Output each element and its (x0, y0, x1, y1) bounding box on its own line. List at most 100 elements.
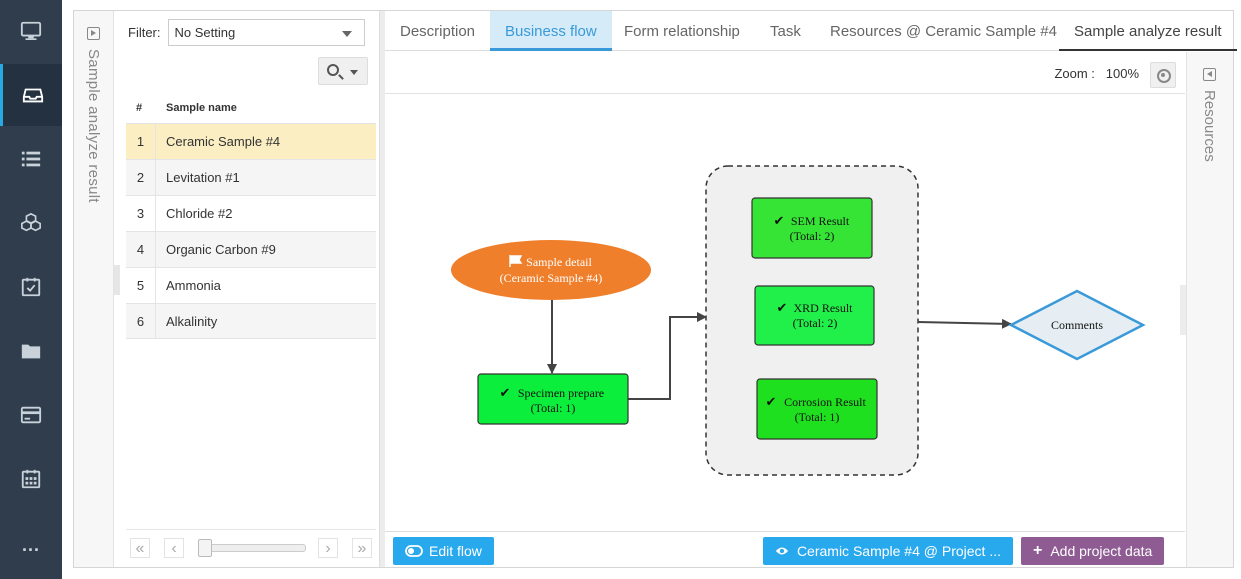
nav-list[interactable] (0, 128, 62, 190)
corrosion-node-title: Corrosion Result (784, 395, 866, 409)
tab-resources[interactable]: Resources @ Ceramic Sample #4 (815, 11, 1072, 51)
row-number: 2 (126, 160, 156, 195)
nav-inbox[interactable] (0, 64, 62, 126)
table-row[interactable]: 3 Chloride #2 (126, 195, 376, 231)
calendar-icon (21, 469, 41, 489)
row-number: 3 (126, 196, 156, 231)
nav-folder[interactable] (0, 320, 62, 382)
cubes-icon (21, 212, 41, 232)
column-header-num[interactable]: # (136, 102, 142, 114)
tab-task[interactable]: Task (755, 11, 816, 51)
check-icon: ✔ (777, 300, 788, 315)
row-number: 4 (126, 232, 156, 267)
edit-flow-button[interactable]: Edit flow (393, 537, 494, 565)
xrd-node-title: XRD Result (793, 301, 853, 315)
next-page-icon[interactable]: › (318, 538, 338, 558)
tab-sample-analyze-result[interactable]: Sample analyze result (1059, 11, 1237, 51)
add-project-data-button[interactable]: + Add project data (1021, 537, 1165, 565)
table-row[interactable]: 5 Ammonia (126, 267, 376, 303)
chevron-down-icon (341, 30, 352, 37)
monitor-icon (20, 21, 42, 40)
sample-name: Ammonia (166, 278, 221, 293)
sample-list-panel: Filter: No Setting # Sample name 1 Ceram… (120, 11, 380, 567)
credit-card-icon (20, 406, 42, 424)
row-number: 6 (126, 304, 156, 339)
last-page-icon[interactable]: » (352, 538, 372, 558)
main-frame: Sample analyze result Filter: No Setting… (73, 10, 1237, 568)
zoom-label: Zoom : (1054, 66, 1095, 81)
table-row[interactable]: 2 Levitation #1 (126, 159, 376, 195)
app: ... Sample analyze result Filter: No Set… (0, 0, 1241, 579)
start-node-title: Sample detail (526, 255, 592, 269)
search-button[interactable] (318, 57, 368, 85)
start-node[interactable]: Sample detail (Ceramic Sample #4) (451, 240, 651, 300)
nav-cubes[interactable] (0, 192, 62, 254)
sample-name: Ceramic Sample #4 (166, 134, 281, 149)
add-project-data-label: Add project data (1050, 543, 1153, 559)
page-slider-thumb[interactable] (198, 539, 212, 557)
expand-panel-icon[interactable] (87, 27, 100, 40)
connector-group-comments (917, 318, 1012, 329)
edit-flow-label: Edit flow (429, 543, 482, 559)
filter-value: No Setting (174, 24, 236, 40)
view-project-label: Ceramic Sample #4 @ Project ... (796, 543, 1001, 559)
table-row[interactable]: 6 Alkalinity (126, 303, 376, 339)
expand-panel-icon[interactable] (1203, 68, 1216, 81)
sample-name: Levitation #1 (166, 170, 240, 185)
calendar-check-icon (21, 277, 41, 297)
list-icon (21, 151, 41, 167)
xrd-node[interactable]: ✔ XRD Result (Total: 2) (754, 285, 875, 346)
nav-card[interactable] (0, 384, 62, 446)
page-slider[interactable] (198, 544, 306, 552)
comments-node[interactable]: Comments (1008, 289, 1146, 361)
zoom-reset-button[interactable] (1150, 62, 1176, 88)
comments-node-label: Comments (1051, 318, 1103, 332)
tab-form-relationship[interactable]: Form relationship (609, 11, 755, 51)
connector-specimen-group (628, 312, 707, 400)
check-icon: ✔ (500, 385, 511, 400)
first-page-icon[interactable]: « (130, 538, 150, 558)
grid-header: # Sample name (126, 95, 376, 125)
sample-name: Organic Carbon #9 (166, 242, 276, 257)
specimen-node[interactable]: ✔ Specimen prepare (Total: 1) (477, 373, 629, 425)
corrosion-node-subtitle: (Total: 1) (795, 410, 840, 424)
sample-analyze-panel-collapsed[interactable]: Sample analyze result (74, 11, 114, 567)
table-row[interactable]: 4 Organic Carbon #9 (126, 231, 376, 267)
table-row[interactable]: 1 Ceramic Sample #4 (126, 123, 376, 159)
xrd-node-subtitle: (Total: 2) (793, 316, 838, 330)
caret-down-icon (350, 70, 358, 75)
resources-panel-title: Resources (1201, 90, 1218, 162)
nav-calendar[interactable] (0, 448, 62, 510)
prev-page-icon[interactable]: ‹ (164, 538, 184, 558)
corrosion-node[interactable]: ✔ Corrosion Result (Total: 1) (756, 378, 878, 440)
specimen-node-subtitle: (Total: 1) (531, 401, 576, 415)
toggle-icon (405, 545, 423, 557)
sem-node-subtitle: (Total: 2) (790, 229, 835, 243)
row-number: 1 (126, 124, 156, 159)
search-icon (327, 64, 339, 76)
sem-node[interactable]: ✔ SEM Result (Total: 2) (751, 197, 873, 259)
view-project-button[interactable]: Ceramic Sample #4 @ Project ... (763, 537, 1013, 565)
collapsed-panel-title: Sample analyze result (85, 49, 102, 203)
main-nav: ... (0, 0, 62, 579)
tab-description[interactable]: Description (385, 11, 490, 51)
sample-name: Chloride #2 (166, 206, 233, 221)
filter-label: Filter: (128, 24, 161, 40)
column-header-name[interactable]: Sample name (166, 102, 237, 114)
sample-name: Alkalinity (166, 314, 218, 329)
filter-select[interactable]: No Setting (167, 18, 365, 46)
check-icon: ✔ (774, 213, 785, 228)
row-number: 5 (126, 268, 156, 303)
tab-business-flow[interactable]: Business flow (490, 11, 612, 51)
resources-panel-collapsed[interactable]: Resources (1186, 52, 1233, 567)
more-icon: ... (21, 535, 40, 555)
flow-canvas: Sample detail (Ceramic Sample #4) ✔ Spec… (385, 95, 1185, 531)
check-icon: ✔ (766, 394, 777, 409)
bottom-bar: Edit flow Ceramic Sample #4 @ Project ..… (385, 531, 1185, 567)
nav-more[interactable]: ... (0, 514, 62, 576)
sem-node-title: SEM Result (791, 214, 850, 228)
filter-row: Filter: No Setting (128, 18, 365, 46)
right-splitter-handle[interactable] (1180, 285, 1186, 335)
nav-tasks[interactable] (0, 256, 62, 318)
nav-monitor[interactable] (0, 0, 62, 62)
